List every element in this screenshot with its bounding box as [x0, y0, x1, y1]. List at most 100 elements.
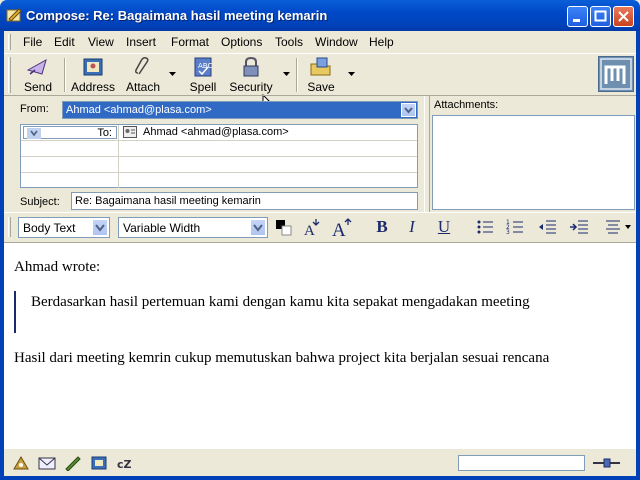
- outdent-button[interactable]: [536, 216, 560, 238]
- title-bar[interactable]: Compose: Re: Bagaimana hasil meeting kem…: [0, 0, 640, 31]
- attachments-label: Attachments:: [434, 99, 499, 111]
- compose-app-icon: [6, 8, 22, 22]
- bullet-list-icon: [477, 220, 493, 234]
- from-select[interactable]: Ahmad <ahmad@plasa.com>: [62, 101, 418, 119]
- menu-grip[interactable]: [8, 34, 11, 50]
- menu-help[interactable]: Help: [369, 35, 394, 49]
- chevron-down-icon: [404, 107, 413, 114]
- from-label: From:: [20, 103, 49, 115]
- text-color-button[interactable]: [272, 216, 296, 238]
- format-toolbar: Body Text Variable Width A A B I U 1 2 3: [4, 212, 636, 241]
- spell-check-icon: ABC: [194, 57, 212, 77]
- chevron-down-icon: [95, 224, 105, 232]
- italic-button[interactable]: I: [400, 216, 424, 238]
- send-label: Send: [23, 80, 53, 94]
- menu-file[interactable]: File: [23, 35, 42, 49]
- contact-card-icon: [123, 126, 137, 138]
- indent-icon: [570, 220, 588, 234]
- color-swatch-icon: [276, 220, 292, 236]
- font-dropdown[interactable]: [250, 219, 266, 236]
- close-button[interactable]: [613, 6, 634, 27]
- svg-text:A: A: [304, 223, 315, 238]
- align-center-icon: [606, 220, 631, 234]
- spell-label: Spell: [189, 80, 217, 94]
- from-value: Ahmad <ahmad@plasa.com>: [66, 104, 212, 116]
- smaller-font-button[interactable]: A: [300, 216, 324, 239]
- maximize-icon: [594, 10, 607, 22]
- format-toolbar-grip[interactable]: [8, 217, 11, 237]
- attach-label: Attach: [125, 80, 161, 94]
- recipient-type-empty: [21, 173, 119, 188]
- underline-button[interactable]: U: [432, 216, 456, 238]
- paragraph-style-dropdown[interactable]: [92, 219, 108, 236]
- spell-button[interactable]: ABC Spell: [186, 54, 220, 96]
- chat-icon[interactable]: cZ: [116, 455, 134, 471]
- online-status-icon[interactable]: [592, 456, 622, 470]
- window-title: Compose: Re: Bagaimana hasil meeting kem…: [26, 8, 328, 23]
- svg-text:ABC: ABC: [198, 62, 212, 70]
- indent-button[interactable]: [568, 216, 592, 238]
- align-button[interactable]: [602, 216, 634, 238]
- toolbar-grip[interactable]: [8, 57, 11, 93]
- address-book-icon: [83, 58, 103, 76]
- message-body-editor[interactable]: Ahmad wrote: Berdasarkan hasil pertemuan…: [4, 242, 636, 448]
- menu-format[interactable]: Format: [171, 35, 209, 49]
- subject-input[interactable]: Re: Bagaimana hasil meeting kemarin: [71, 192, 418, 210]
- address-label: Address: [70, 80, 116, 94]
- recipient-type[interactable]: To:: [21, 125, 119, 140]
- attachments-splitter[interactable]: [424, 96, 430, 213]
- recipient-row-empty[interactable]: [21, 157, 417, 173]
- paragraph-style-value: Body Text: [23, 221, 76, 235]
- save-folder-icon: [310, 57, 331, 76]
- bold-button[interactable]: B: [370, 216, 394, 238]
- larger-font-button[interactable]: A: [330, 216, 354, 241]
- paragraph-style-select[interactable]: Body Text: [18, 217, 110, 238]
- increase-font-icon: A: [332, 218, 352, 241]
- attach-dropdown-icon[interactable]: [168, 71, 177, 77]
- quote-bar: [14, 291, 16, 333]
- composer-icon[interactable]: [64, 455, 82, 471]
- save-dropdown-icon[interactable]: [347, 71, 356, 77]
- window-frame-right: [636, 31, 640, 480]
- address-book-icon[interactable]: [90, 455, 108, 471]
- recipient-type-select[interactable]: To:: [23, 126, 117, 139]
- security-dropdown-icon[interactable]: [282, 71, 291, 77]
- attach-button[interactable]: Attach: [122, 54, 164, 96]
- menu-options[interactable]: Options: [221, 35, 262, 49]
- minimize-button[interactable]: [567, 6, 588, 27]
- bullet-list-button[interactable]: [474, 216, 498, 238]
- recipient-row-empty[interactable]: [21, 173, 417, 189]
- from-dropdown-button[interactable]: [401, 103, 416, 117]
- font-select[interactable]: Variable Width: [118, 217, 268, 238]
- svg-text:3: 3: [506, 229, 510, 236]
- recipient-row[interactable]: To: Ahmad <ahmad@plasa.com>: [21, 125, 417, 141]
- mail-icon[interactable]: [38, 455, 56, 471]
- numbered-list-button[interactable]: 1 2 3: [504, 216, 528, 238]
- send-button[interactable]: Send: [16, 54, 60, 96]
- menu-edit[interactable]: Edit: [54, 35, 75, 49]
- recipient-type-dropdown[interactable]: [27, 128, 41, 139]
- toolbar-separator: [64, 58, 66, 92]
- close-icon: [618, 11, 629, 22]
- recipient-list[interactable]: To: Ahmad <ahmad@plasa.com>: [20, 124, 418, 188]
- recipient-row-empty[interactable]: [21, 141, 417, 157]
- svg-text:cZ: cZ: [117, 458, 132, 471]
- menu-view[interactable]: View: [88, 35, 114, 49]
- save-label: Save: [307, 80, 335, 94]
- attachments-list[interactable]: [432, 115, 635, 210]
- menu-insert[interactable]: Insert: [126, 35, 156, 49]
- menu-window[interactable]: Window: [315, 35, 358, 49]
- address-button[interactable]: Address: [70, 54, 116, 96]
- recipient-address[interactable]: Ahmad <ahmad@plasa.com>: [143, 126, 289, 138]
- maximize-button[interactable]: [590, 6, 611, 27]
- quoted-text: Berdasarkan hasil pertemuan kami dengan …: [31, 294, 530, 310]
- status-bar: cZ: [4, 448, 636, 476]
- reply-text: Hasil dari meeting kemrin cukup memutusk…: [14, 350, 550, 366]
- save-button[interactable]: Save: [304, 54, 338, 96]
- numbered-list-icon: 1 2 3: [506, 219, 523, 236]
- security-button[interactable]: Security: [228, 54, 274, 96]
- menu-tools[interactable]: Tools: [275, 35, 303, 49]
- navigator-icon[interactable]: [12, 455, 30, 471]
- minimize-icon: [573, 19, 580, 22]
- toolbar-separator: [296, 58, 298, 92]
